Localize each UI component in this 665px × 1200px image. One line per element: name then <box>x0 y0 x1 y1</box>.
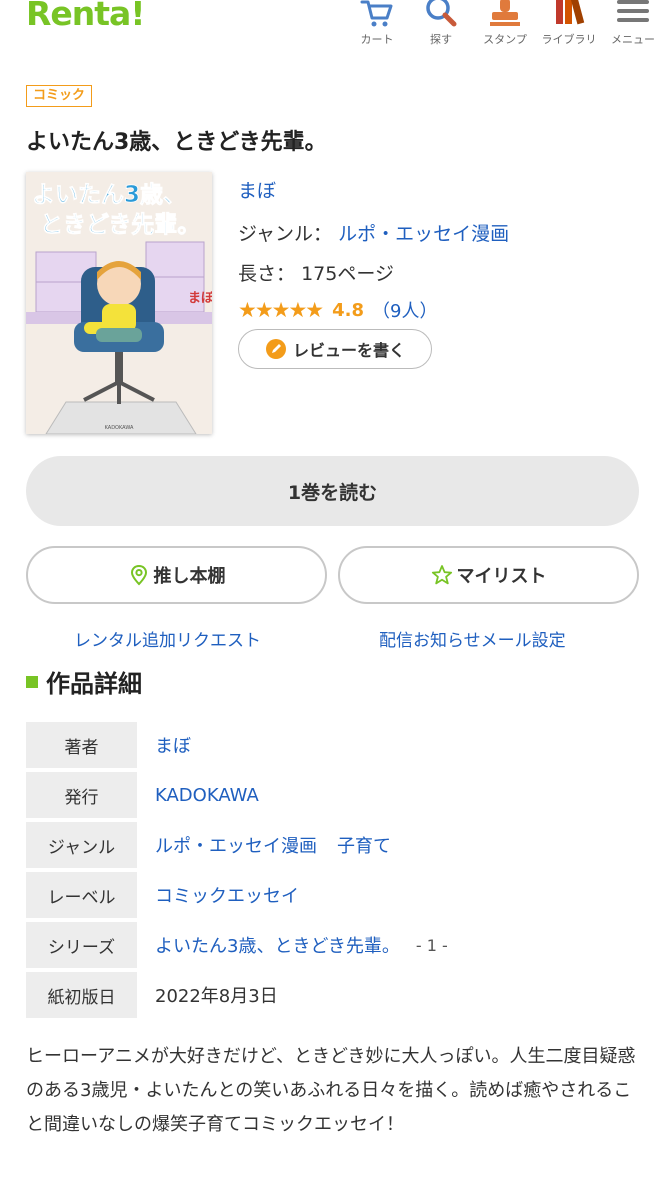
rating-score: 4.8 <box>332 299 365 321</box>
write-review-button[interactable]: レビューを書く <box>238 329 432 369</box>
review-count-close: ） <box>419 301 438 322</box>
nav-library[interactable]: ライブラリ <box>537 0 601 56</box>
nav-cart[interactable]: カート <box>345 0 409 56</box>
oshi-bookshelf-button[interactable]: 推し本棚 <box>26 546 327 604</box>
detail-label: 紙初版日 <box>26 972 137 1018</box>
details-heading: 作品詳細 <box>26 664 142 699</box>
nav-stamp[interactable]: スタンプ <box>473 0 537 56</box>
mylist-label: マイリスト <box>456 566 547 587</box>
cover-title-line1: よいたん3歳、 <box>32 182 186 208</box>
detail-label: 発行 <box>26 772 137 818</box>
detail-genre-link-2[interactable]: 子育て <box>337 832 391 858</box>
mylist-button[interactable]: マイリスト <box>338 546 639 604</box>
review-count: 9人 <box>390 301 420 322</box>
nav-menu[interactable]: メニュー <box>601 0 665 56</box>
book-cover[interactable]: よいたん3歳、 ときどき先輩。 まぼ KADOKAWA <box>26 172 212 434</box>
star-outline-icon <box>431 565 452 585</box>
review-count-open: （ <box>372 301 391 322</box>
detail-row-series: シリーズ よいたん3歳、ときどき先輩。 - 1 - <box>26 922 639 968</box>
header-nav: カート 探す スタンプ ライブラリ メニュー <box>345 0 665 56</box>
details-table: 著者 まぼ 発行 KADOKAWA ジャンル ルポ・エッセイ漫画 子育て レーベ… <box>26 722 639 1022</box>
rating-row: ★★★★★ 4.8 （9人） <box>238 297 437 323</box>
review-count-link[interactable]: （9人） <box>372 297 437 323</box>
details-heading-text: 作品詳細 <box>46 670 142 698</box>
genre-link[interactable]: ルポ・エッセイ漫画 <box>338 223 509 245</box>
detail-label-link[interactable]: コミックエッセイ <box>137 882 299 908</box>
detail-series-values: よいたん3歳、ときどき先輩。 - 1 - <box>137 932 448 958</box>
cart-icon <box>360 0 393 27</box>
detail-row-publisher: 発行 KADOKAWA <box>26 772 639 818</box>
cover-publisher-mark: KADOKAWA <box>105 425 134 431</box>
detail-release-date: 2022年8月3日 <box>155 986 278 1007</box>
nav-cart-label: カート <box>360 33 394 46</box>
pencil-icon <box>265 339 286 359</box>
cover-title-line2: ときどき先輩。 <box>40 212 200 238</box>
detail-author-link[interactable]: まぼ <box>137 732 191 758</box>
product-title: よいたん3歳、ときどき先輩。 <box>26 130 327 155</box>
nav-stamp-label: スタンプ <box>483 33 527 46</box>
detail-label: 著者 <box>26 722 137 768</box>
header: Renta! カート 探す スタンプ ライブラリ メニュー <box>0 0 665 56</box>
nav-library-label: ライブラリ <box>541 33 597 46</box>
detail-label: シリーズ <box>26 922 137 968</box>
heading-marker <box>26 675 38 688</box>
length-label: 長さ： <box>238 263 296 285</box>
nav-menu-label: メニュー <box>611 33 655 46</box>
stamp-icon <box>490 0 520 26</box>
rental-request-link[interactable]: レンタル追加リクエスト <box>74 626 261 651</box>
author-link[interactable]: まぼ <box>238 176 276 203</box>
detail-genre-link-1[interactable]: ルポ・エッセイ漫画 <box>155 832 317 858</box>
length-value: 175ページ <box>301 263 394 285</box>
detail-row-author: 著者 まぼ <box>26 722 639 768</box>
length-row: 長さ： 175ページ <box>238 259 394 286</box>
detail-row-label: レーベル コミックエッセイ <box>26 872 639 918</box>
cover-author-mark: まぼ <box>188 291 212 306</box>
detail-label: ジャンル <box>26 822 137 868</box>
location-pin-icon <box>130 564 147 586</box>
read-volume-1-button[interactable]: 1巻を読む <box>26 456 639 526</box>
cover-illustration: よいたん3歳、 ときどき先輩。 まぼ KADOKAWA <box>26 172 212 434</box>
category-tag: コミック <box>26 85 93 107</box>
detail-genre-values: ルポ・エッセイ漫画 子育て <box>137 832 391 858</box>
search-icon <box>426 0 457 27</box>
library-icon <box>556 0 585 25</box>
nav-search-label: 探す <box>430 33 452 46</box>
genre-row: ジャンル： ルポ・エッセイ漫画 <box>238 219 509 246</box>
notice-setting-link[interactable]: 配信お知らせメール設定 <box>379 626 566 651</box>
write-review-label: レビューを書く <box>292 341 405 360</box>
oshi-bookshelf-label: 推し本棚 <box>153 566 226 587</box>
detail-series-volume: - 1 - <box>415 935 448 955</box>
product-description: ヒーローアニメが大好きだけど、ときどき妙に大人っぽい。人生二度目疑惑のある3歳児… <box>26 1046 636 1135</box>
detail-label: レーベル <box>26 872 137 918</box>
nav-search[interactable]: 探す <box>409 0 473 56</box>
detail-row-genre: ジャンル ルポ・エッセイ漫画 子育て <box>26 822 639 868</box>
detail-row-release: 紙初版日 2022年8月3日 <box>26 972 639 1018</box>
renta-logo[interactable]: Renta! <box>26 0 145 33</box>
menu-icon <box>617 0 649 22</box>
detail-publisher-link[interactable]: KADOKAWA <box>137 785 259 806</box>
rating-stars: ★★★★★ <box>238 298 324 322</box>
detail-series-link[interactable]: よいたん3歳、ときどき先輩。 <box>155 932 400 958</box>
genre-label: ジャンル： <box>238 223 333 245</box>
